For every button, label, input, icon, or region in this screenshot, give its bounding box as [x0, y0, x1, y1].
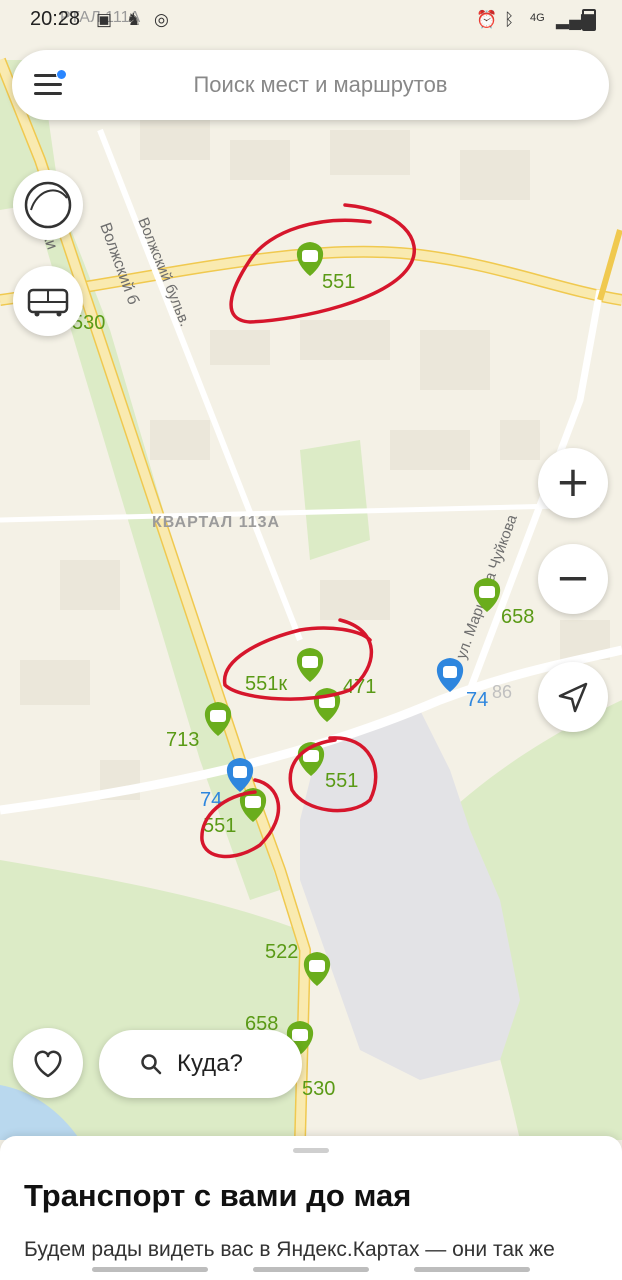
where-to-button[interactable]: Куда? — [99, 1030, 302, 1098]
status-bar: 20:28 ▣ ♞ ◎ ⏰ ᛒ 4G ▂▄▆ — [0, 0, 622, 40]
4g-icon: 4G — [530, 12, 545, 24]
zoom-in-button[interactable]: + — [538, 448, 608, 518]
zoom-out-button[interactable]: − — [538, 544, 608, 614]
alice-assistant-button[interactable] — [13, 170, 83, 240]
route-label: 658 — [501, 606, 534, 628]
battery-icon — [582, 9, 596, 31]
district-label: КВАРТАЛ 113А — [152, 514, 280, 531]
minus-icon: − — [555, 553, 591, 602]
nav-back-button[interactable] — [414, 1267, 530, 1272]
navigation-arrow-icon — [558, 682, 588, 713]
favorites-button[interactable] — [13, 1028, 83, 1098]
transport-button[interactable] — [13, 266, 83, 336]
bus-icon — [245, 796, 261, 808]
notification-icon: ♞ — [126, 10, 142, 29]
bus-icon — [210, 710, 226, 722]
route-label: 551 — [322, 271, 355, 293]
bus-icon — [302, 656, 318, 668]
search-input[interactable]: Поиск мест и маршрутов — [12, 72, 609, 98]
heart-icon — [34, 1050, 62, 1078]
nav-home-button[interactable] — [253, 1267, 369, 1272]
route-label: 713 — [166, 729, 199, 751]
bus-icon — [302, 250, 318, 262]
promo-body: Будем рады видеть вас в Яндекс.Картах — … — [24, 1238, 555, 1261]
route-label: 74 — [466, 689, 488, 711]
search-icon — [141, 1054, 162, 1075]
alice-icon — [24, 181, 72, 229]
route-label: 522 — [265, 941, 298, 963]
trolleybus-icon — [443, 666, 457, 678]
route-label: 551к — [245, 673, 287, 695]
promo-bottom-sheet[interactable]: Транспорт с вами до мая Будем рады видет… — [0, 1136, 622, 1280]
bus-icon — [479, 586, 495, 598]
nav-recents-button[interactable] — [92, 1267, 208, 1272]
my-location-button[interactable] — [538, 662, 608, 732]
where-to-label: Куда? — [177, 1050, 243, 1077]
bluetooth-icon: ᛒ — [504, 10, 515, 29]
bus-icon — [309, 960, 325, 972]
screenshot-icon: ▣ — [96, 10, 113, 29]
alarm-icon: ⏰ — [476, 10, 498, 29]
bus-icon — [292, 1029, 308, 1041]
promo-title: Транспорт с вами до мая — [24, 1178, 412, 1213]
instagram-icon: ◎ — [154, 10, 169, 29]
search-bar[interactable]: Поиск мест и маршрутов — [12, 50, 609, 120]
park-area — [300, 440, 370, 560]
map-view[interactable]: РТАЛ 111А Волжский бульв. Волжский б ски… — [0, 0, 622, 1280]
bus-icon — [27, 288, 69, 317]
route-label: 551 — [325, 770, 358, 792]
trolleybus-icon — [233, 766, 247, 778]
system-nav-bar — [0, 1262, 622, 1280]
sheet-drag-handle[interactable] — [293, 1148, 329, 1153]
route-label: 530 — [302, 1078, 335, 1100]
plus-icon: + — [555, 457, 591, 506]
route-label: 86 — [492, 682, 512, 702]
status-time: 20:28 — [30, 8, 81, 30]
